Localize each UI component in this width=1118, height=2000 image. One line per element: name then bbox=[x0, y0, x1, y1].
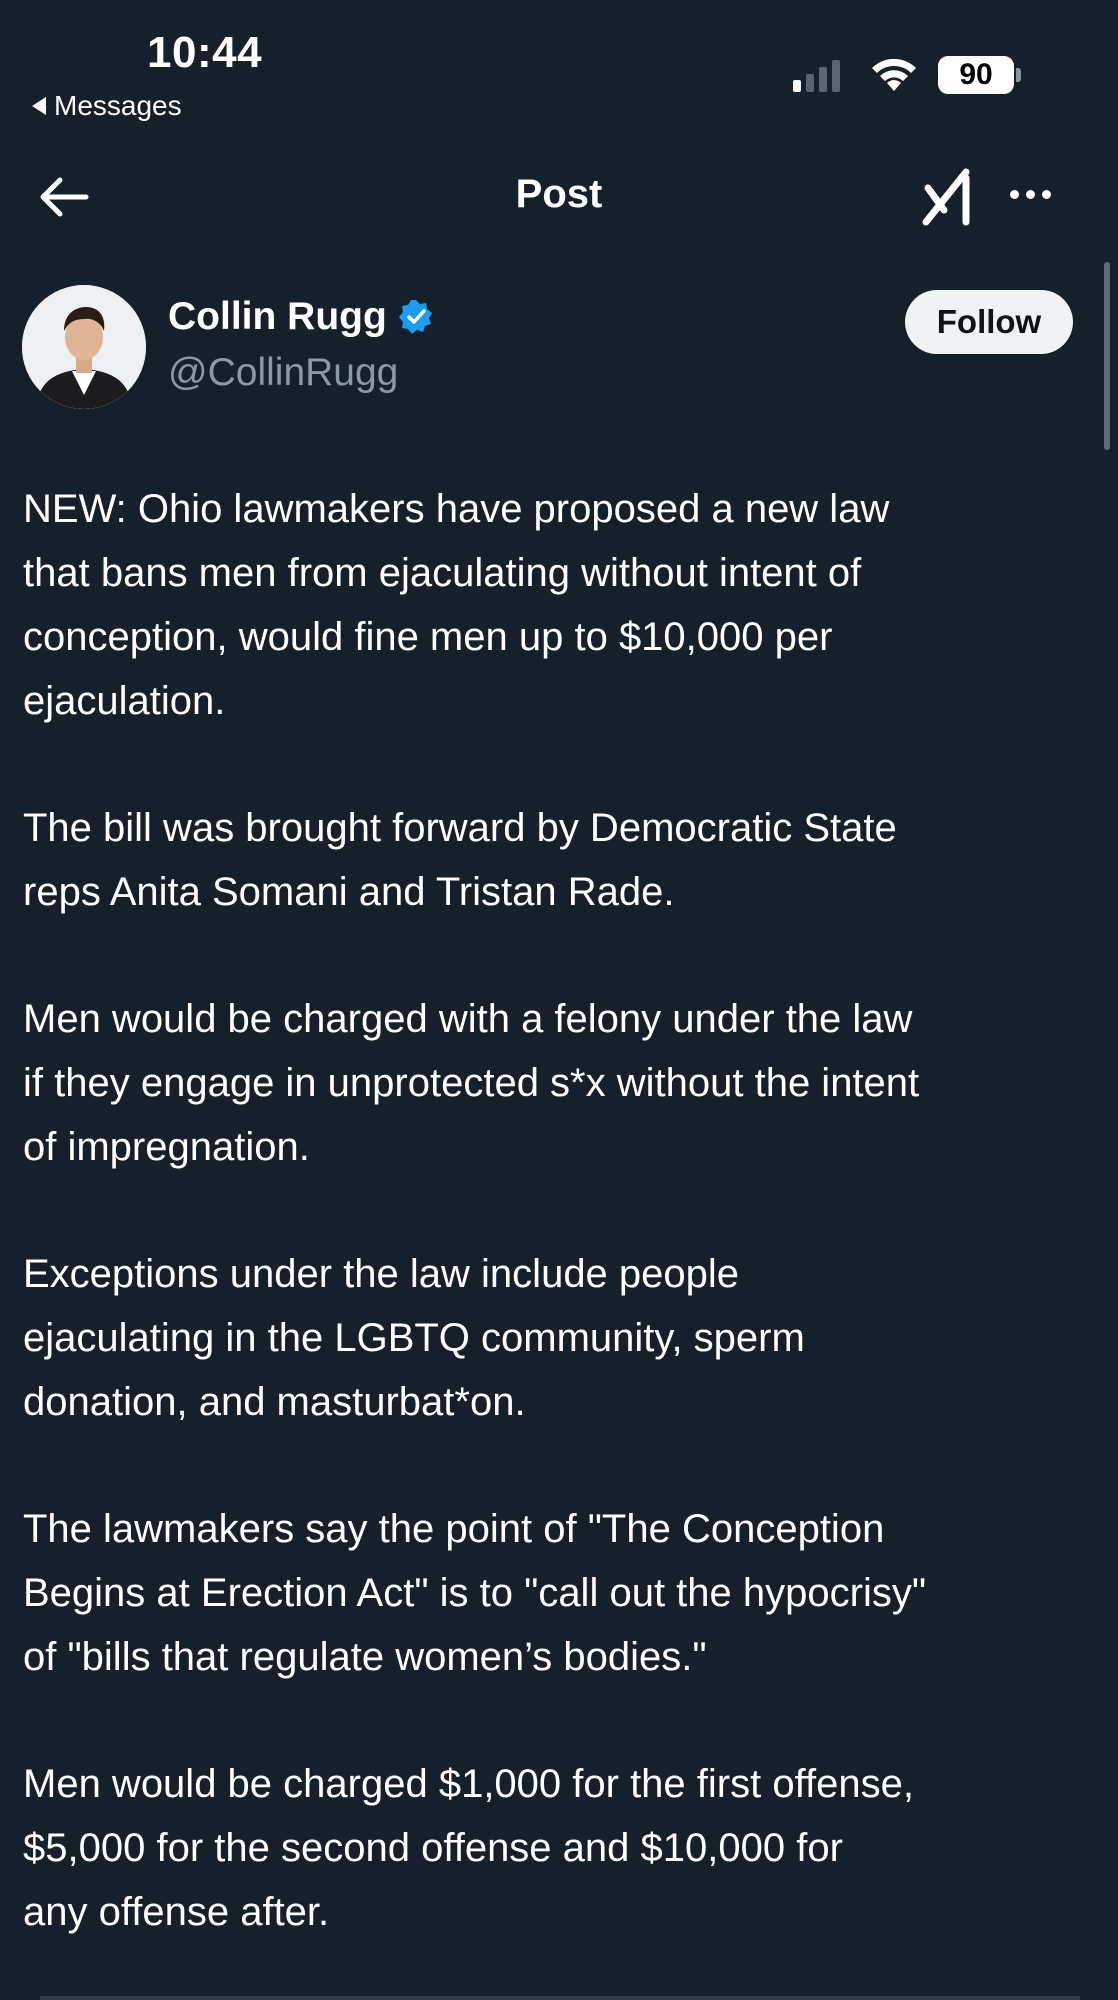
back-triangle-icon bbox=[32, 97, 46, 115]
post-paragraph: Men would be charged $1,000 for the firs… bbox=[23, 1762, 914, 1934]
dot bbox=[1010, 190, 1019, 199]
more-horizontal-icon[interactable] bbox=[1010, 190, 1051, 199]
dot bbox=[1026, 190, 1035, 199]
battery-icon: 90 bbox=[938, 56, 1014, 94]
back-app-label: Messages bbox=[54, 90, 182, 121]
divider bbox=[40, 1996, 1080, 2000]
post-paragraph: Exceptions under the law include people … bbox=[23, 1252, 805, 1424]
dot bbox=[1042, 190, 1051, 199]
avatar-image bbox=[22, 285, 146, 409]
status-time: 10:44 bbox=[147, 28, 263, 77]
author-name-line[interactable]: Collin Rugg bbox=[168, 295, 435, 339]
signal-bar bbox=[793, 80, 801, 92]
author-handle[interactable]: @CollinRugg bbox=[168, 351, 398, 395]
post-header: Post bbox=[0, 150, 1118, 245]
post-paragraph: Men would be charged with a felony under… bbox=[23, 997, 920, 1169]
scrollbar[interactable] bbox=[1104, 262, 1110, 450]
wifi-icon bbox=[872, 58, 916, 91]
post-paragraph: The lawmakers say the point of "The Conc… bbox=[23, 1507, 927, 1679]
cellular-signal-icon bbox=[793, 58, 840, 92]
avatar[interactable] bbox=[22, 285, 146, 409]
verified-badge-icon bbox=[398, 300, 432, 334]
post-author: Collin Rugg @CollinRugg Follow bbox=[22, 285, 1082, 415]
status-bar: 10:44 Messages 90 bbox=[0, 0, 1118, 130]
post-paragraph: The bill was brought forward by Democrat… bbox=[23, 806, 897, 914]
post-paragraph: NEW: Ohio lawmakers have proposed a new … bbox=[23, 487, 890, 723]
author-display-name[interactable]: Collin Rugg bbox=[168, 295, 387, 339]
back-to-messages-link[interactable]: Messages bbox=[32, 90, 182, 122]
signal-bar bbox=[806, 74, 814, 92]
signal-bar bbox=[832, 60, 840, 92]
grok-icon[interactable] bbox=[922, 164, 982, 228]
battery-nub bbox=[1016, 68, 1021, 82]
signal-bar bbox=[819, 67, 827, 92]
follow-button[interactable]: Follow bbox=[905, 290, 1073, 354]
post-text: NEW: Ohio lawmakers have proposed a new … bbox=[23, 477, 1103, 1944]
